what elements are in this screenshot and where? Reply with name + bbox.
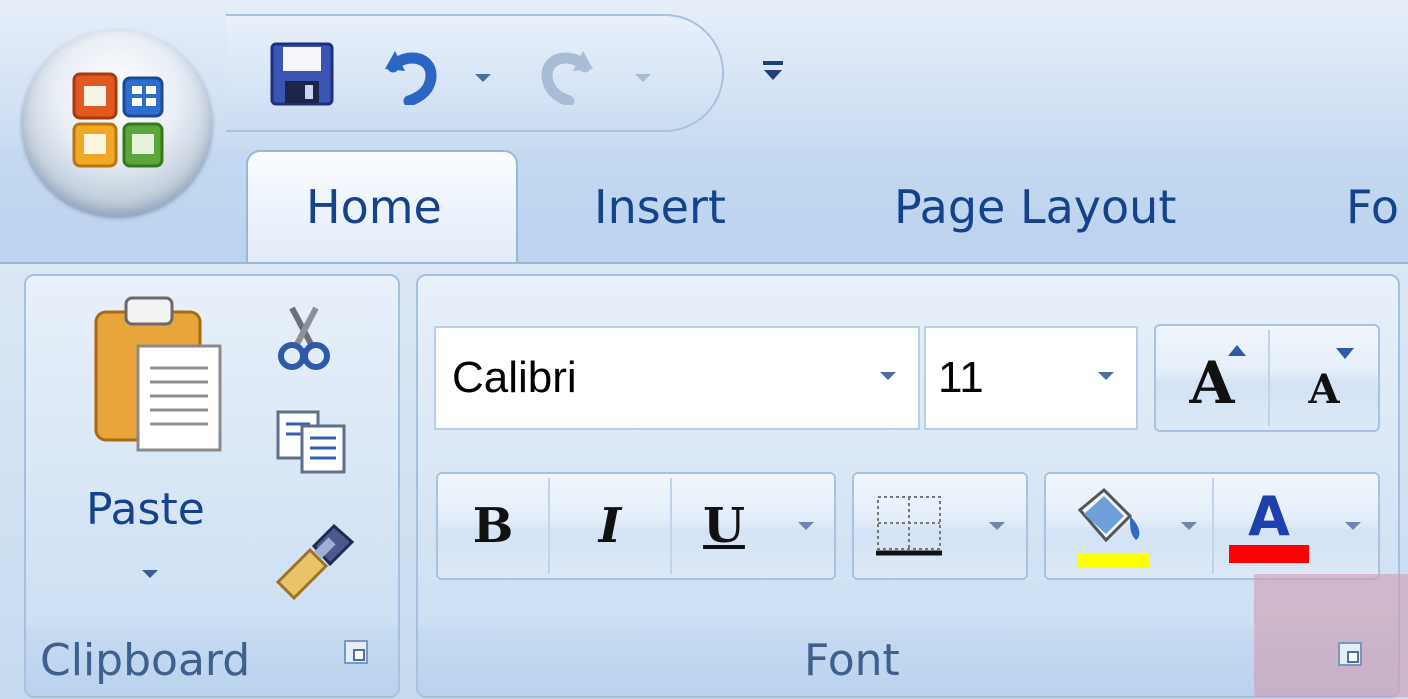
underline-dropdown[interactable] bbox=[778, 474, 834, 578]
chevron-down-icon bbox=[1181, 522, 1197, 530]
undo-dropdown[interactable] bbox=[470, 66, 496, 90]
font-size-buttons: A A bbox=[1154, 324, 1380, 432]
clipboard-dialog-launcher[interactable] bbox=[344, 640, 368, 664]
chevron-down-icon bbox=[1098, 372, 1114, 380]
shrink-font-letter: A bbox=[1308, 365, 1340, 413]
bold-button[interactable]: B bbox=[438, 474, 548, 578]
font-size-value: 11 bbox=[938, 353, 984, 402]
format-painter-button[interactable] bbox=[270, 520, 360, 601]
office-button[interactable] bbox=[22, 30, 212, 216]
font-name-value: Calibri bbox=[452, 353, 577, 402]
save-button[interactable] bbox=[266, 38, 338, 110]
save-icon bbox=[270, 42, 334, 106]
font-size-combobox[interactable]: 11 bbox=[924, 326, 1138, 430]
borders-button-group bbox=[852, 472, 1028, 580]
underline-letter: U bbox=[703, 498, 745, 554]
chevron-down-icon bbox=[142, 570, 158, 578]
grow-font-button[interactable]: A bbox=[1156, 326, 1268, 430]
font-group-label: Font bbox=[804, 635, 900, 686]
chevron-down-icon bbox=[475, 74, 491, 82]
chevron-down-icon bbox=[1345, 522, 1361, 530]
redo-dropdown[interactable] bbox=[630, 66, 656, 90]
tab-formulas-partial[interactable]: Fo bbox=[1346, 180, 1399, 234]
grow-font-letter: A bbox=[1189, 349, 1235, 417]
chevron-down-icon bbox=[989, 522, 1005, 530]
paste-button[interactable]: Paste bbox=[66, 294, 236, 594]
chevron-down-icon bbox=[635, 74, 651, 82]
cut-icon bbox=[278, 306, 330, 370]
undo-button[interactable] bbox=[376, 38, 446, 110]
copy-icon bbox=[276, 410, 346, 474]
hover-highlight bbox=[1254, 574, 1408, 697]
paste-icon bbox=[94, 296, 222, 452]
tab-home-label: Home bbox=[306, 180, 442, 234]
borders-dropdown[interactable] bbox=[968, 474, 1026, 578]
clipboard-group-label: Clipboard bbox=[40, 635, 251, 686]
redo-icon bbox=[541, 51, 593, 105]
paste-dropdown-arrow[interactable] bbox=[142, 570, 158, 578]
font-name-combobox[interactable]: Calibri bbox=[434, 326, 920, 430]
font-size-dropdown[interactable] bbox=[1098, 372, 1114, 380]
copy-button[interactable] bbox=[274, 406, 354, 476]
highlight-icon bbox=[1077, 487, 1150, 568]
font-group-footer bbox=[418, 626, 1398, 696]
grow-font-icon bbox=[1228, 345, 1246, 356]
undo-icon bbox=[385, 51, 437, 105]
italic-letter: I bbox=[598, 498, 622, 554]
font-name-dropdown[interactable] bbox=[880, 372, 896, 380]
font-dialog-launcher[interactable] bbox=[1338, 642, 1362, 666]
quick-access-toolbar bbox=[226, 14, 724, 132]
borders-icon bbox=[876, 496, 942, 556]
chevron-down-icon bbox=[798, 522, 814, 530]
format-painter-icon bbox=[275, 523, 355, 601]
underline-button[interactable]: U bbox=[672, 474, 776, 578]
font-color-letter: A bbox=[1248, 485, 1290, 548]
clipboard-group: Clipboard Paste bbox=[24, 274, 400, 698]
customize-toolbar-button[interactable] bbox=[760, 58, 786, 84]
tab-page-layout[interactable]: Page Layout bbox=[894, 180, 1176, 234]
dialog-launcher-icon bbox=[1347, 651, 1359, 663]
font-color-button[interactable]: A bbox=[1214, 474, 1324, 578]
borders-button[interactable] bbox=[854, 474, 964, 578]
office-logo-icon bbox=[72, 72, 164, 168]
customize-icon bbox=[763, 61, 783, 80]
bold-letter: B bbox=[472, 498, 514, 554]
dialog-launcher-icon bbox=[353, 649, 365, 661]
cut-button[interactable] bbox=[274, 302, 344, 372]
bold-italic-underline-buttons: B I U bbox=[436, 472, 836, 580]
font-color-swatch bbox=[1229, 545, 1309, 563]
paste-label: Paste bbox=[86, 484, 205, 535]
shrink-font-button[interactable]: A bbox=[1270, 326, 1378, 430]
italic-button[interactable]: I bbox=[550, 474, 670, 578]
highlight-button[interactable] bbox=[1046, 474, 1164, 578]
redo-button[interactable] bbox=[532, 38, 602, 110]
font-color-dropdown[interactable] bbox=[1328, 474, 1378, 578]
chevron-down-icon bbox=[880, 372, 896, 380]
highlight-dropdown[interactable] bbox=[1166, 474, 1212, 578]
tab-insert[interactable]: Insert bbox=[594, 180, 726, 234]
color-buttons: A bbox=[1044, 472, 1380, 580]
shrink-font-icon bbox=[1336, 348, 1354, 359]
